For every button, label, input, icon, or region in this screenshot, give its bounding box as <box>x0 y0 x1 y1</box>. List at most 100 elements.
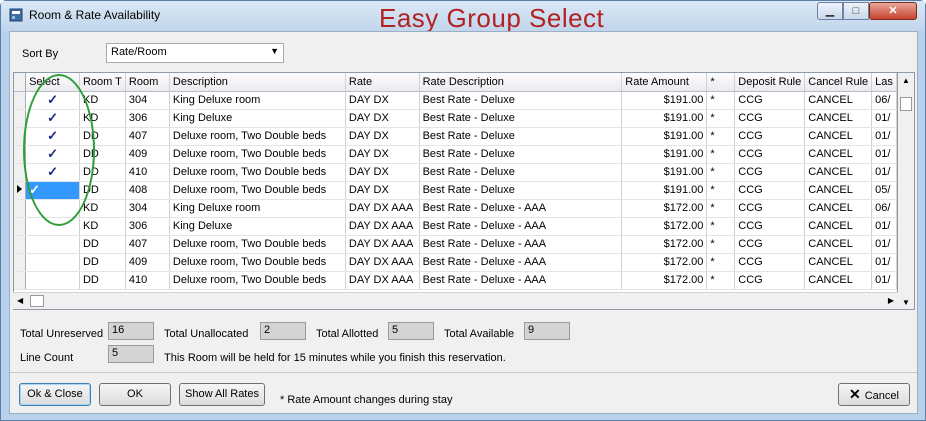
table-row[interactable]: ✓ KD 304 King Deluxe room DAY DX Best Rate - … <box>14 91 897 110</box>
availability-grid[interactable]: Select Room T Room Description Rate Rate… <box>13 72 898 310</box>
cell-star: * <box>706 163 736 182</box>
cell-select[interactable] <box>25 199 80 218</box>
col-rate-description[interactable]: Rate Description <box>419 73 623 92</box>
availability-table: Select Room T Room Description Rate Rate… <box>14 73 897 290</box>
row-header[interactable] <box>14 271 27 290</box>
row-header[interactable] <box>14 109 27 128</box>
cell-description: Deluxe room, Two Double beds <box>169 145 346 164</box>
cell-select[interactable] <box>25 217 80 236</box>
cancel-label: Cancel <box>864 390 899 402</box>
table-row[interactable]: DD 409 Deluxe room, Two Double beds DAY DX … <box>14 253 897 272</box>
cell-select[interactable]: ✓ <box>25 163 80 182</box>
cell-description: King Deluxe room <box>169 91 346 110</box>
ok-button[interactable]: OK <box>99 383 171 406</box>
cell-room-type: DD <box>79 127 126 146</box>
vertical-scroll-thumb[interactable] <box>900 97 912 111</box>
total-unallocated-value: 2 <box>260 322 306 340</box>
horizontal-scroll-thumb[interactable] <box>30 295 44 307</box>
col-rate[interactable]: Rate <box>345 73 420 92</box>
table-row[interactable]: KD 306 King Deluxe DAY DX AAA Best Rate - De… <box>14 217 897 236</box>
table-row[interactable]: KD 304 King Deluxe room DAY DX AAA Best Rate… <box>14 199 897 218</box>
cell-room-type: KD <box>79 109 126 128</box>
scroll-left-icon[interactable]: ◀ <box>17 296 23 305</box>
vertical-scrollbar[interactable]: ▲ ▼ <box>898 72 915 310</box>
maximize-button[interactable]: □ <box>843 2 869 20</box>
table-row[interactable]: DD 407 Deluxe room, Two Double beds DAY DX … <box>14 235 897 254</box>
ok-close-button[interactable]: Ok & Close <box>19 383 91 406</box>
show-all-rates-button[interactable]: Show All Rates <box>179 383 265 406</box>
col-room-type[interactable]: Room T <box>79 73 126 92</box>
minimize-button[interactable]: ▁ <box>817 2 843 20</box>
row-header[interactable] <box>14 235 27 254</box>
scroll-up-icon[interactable]: ▲ <box>902 76 910 85</box>
cell-rate-amount: $172.00 <box>621 199 708 218</box>
cell-rate-amount: $172.00 <box>621 253 708 272</box>
col-room[interactable]: Room <box>125 73 170 92</box>
col-rate-amount[interactable]: Rate Amount <box>621 73 708 92</box>
cell-deposit-rule: CCG <box>734 163 806 182</box>
cell-select[interactable]: ✓ <box>25 145 80 164</box>
table-row[interactable]: ✓ DD 409 Deluxe room, Two Double beds DAY DX… <box>14 145 897 164</box>
horizontal-scrollbar[interactable]: ◀ ▶ <box>13 292 898 309</box>
cell-star: * <box>706 253 736 272</box>
col-star[interactable]: * <box>706 73 736 92</box>
table-row[interactable]: ✓ DD 410 Deluxe room, Two Double beds DAY DX… <box>14 163 897 182</box>
row-header[interactable] <box>14 181 27 200</box>
table-row[interactable]: ✓ DD 407 Deluxe room, Two Double beds DAY DX… <box>14 127 897 146</box>
col-description[interactable]: Description <box>169 73 346 92</box>
close-icon: ✕ <box>888 5 898 17</box>
sort-by-select[interactable]: Rate/Room ▼ <box>106 43 284 63</box>
row-header[interactable] <box>14 145 27 164</box>
title-bar[interactable]: Room & Rate Availability Easy Group Sele… <box>1 1 925 33</box>
cell-rate: DAY DX <box>345 145 420 164</box>
col-deposit-rule[interactable]: Deposit Rule <box>734 73 806 92</box>
cell-room: 304 <box>125 91 170 110</box>
cell-room-type: DD <box>79 145 126 164</box>
row-header[interactable] <box>14 217 27 236</box>
app-icon <box>9 8 23 22</box>
cell-rate-amount: $191.00 <box>621 181 708 200</box>
row-header[interactable] <box>14 127 27 146</box>
cell-select[interactable]: ✓ <box>25 181 80 200</box>
cell-deposit-rule: CCG <box>734 235 806 254</box>
cell-last: 01/ <box>871 145 897 164</box>
cell-rate-description: Best Rate - Deluxe <box>419 145 623 164</box>
col-cancel-rule[interactable]: Cancel Rule <box>804 73 873 92</box>
cell-select[interactable] <box>25 271 80 290</box>
cell-select[interactable]: ✓ <box>25 91 80 110</box>
cell-deposit-rule: CCG <box>734 271 806 290</box>
scroll-right-icon[interactable]: ▶ <box>888 296 894 305</box>
cell-room-type: DD <box>79 163 126 182</box>
table-row[interactable]: ✓ KD 306 King Deluxe DAY DX Best Rate - Delux… <box>14 109 897 128</box>
table-row[interactable]: ✓ DD 408 Deluxe room, Two Double beds DAY DX… <box>14 181 897 200</box>
cancel-button[interactable]: ✕ Cancel <box>838 383 910 406</box>
row-header[interactable] <box>14 253 27 272</box>
cell-last: 01/ <box>871 109 897 128</box>
table-row[interactable]: DD 410 Deluxe room, Two Double beds DAY DX … <box>14 271 897 290</box>
cell-description: Deluxe room, Two Double beds <box>169 163 346 182</box>
cell-last: 01/ <box>871 163 897 182</box>
cell-cancel-rule: CANCEL <box>804 235 873 254</box>
cell-room: 304 <box>125 199 170 218</box>
cell-select[interactable] <box>25 235 80 254</box>
cell-rate-amount: $172.00 <box>621 235 708 254</box>
cell-star: * <box>706 271 736 290</box>
rate-change-note: * Rate Amount changes during stay <box>280 394 453 406</box>
cell-star: * <box>706 199 736 218</box>
cell-deposit-rule: CCG <box>734 91 806 110</box>
button-separator <box>10 372 917 373</box>
col-select[interactable]: Select <box>25 73 80 92</box>
cell-room-type: DD <box>79 253 126 272</box>
current-row-arrow-icon <box>17 185 22 193</box>
cell-select[interactable]: ✓ <box>25 127 80 146</box>
col-last[interactable]: Las <box>871 73 897 92</box>
cell-select[interactable] <box>25 253 80 272</box>
close-button[interactable]: ✕ <box>869 2 917 20</box>
row-header[interactable] <box>14 199 27 218</box>
cell-last: 01/ <box>871 271 897 290</box>
cell-select[interactable]: ✓ <box>25 109 80 128</box>
scroll-down-icon[interactable]: ▼ <box>902 298 910 307</box>
row-header[interactable] <box>14 163 27 182</box>
cell-deposit-rule: CCG <box>734 145 806 164</box>
row-header[interactable] <box>14 91 27 110</box>
